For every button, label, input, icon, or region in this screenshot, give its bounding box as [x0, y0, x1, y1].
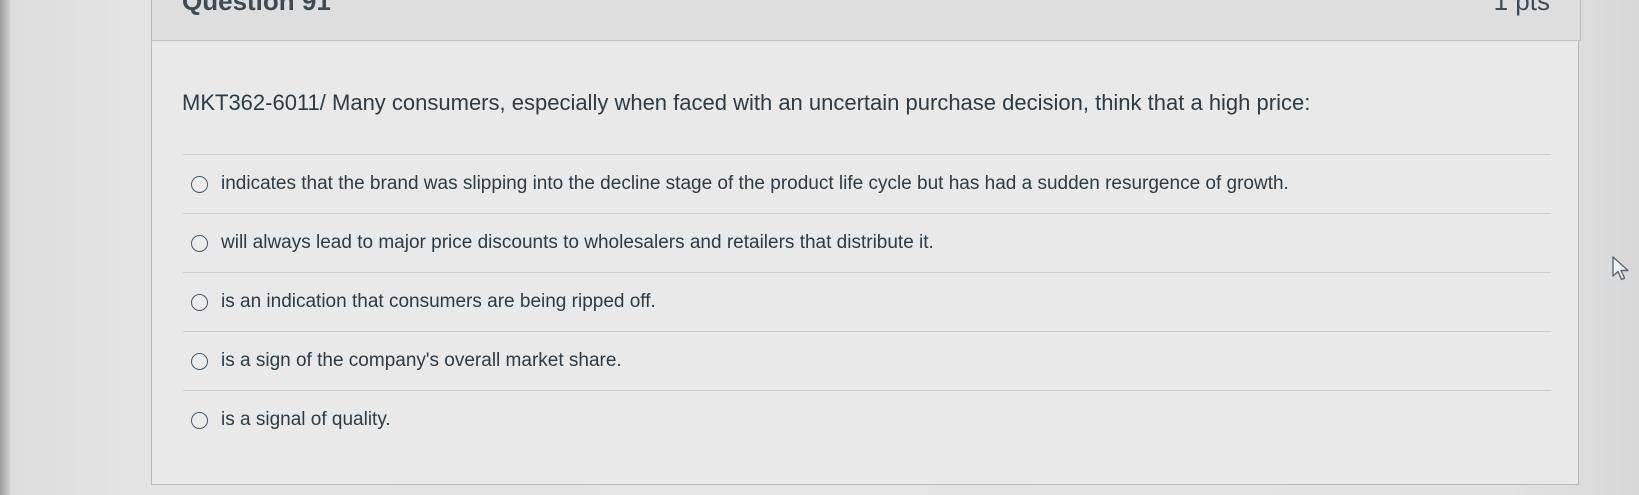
- question-title: Question 91: [182, 0, 331, 16]
- radio-unchecked-icon[interactable]: [191, 411, 208, 429]
- answer-option-3[interactable]: is an indication that consumers are bein…: [183, 272, 1551, 331]
- screen-left-edge: [0, 0, 10, 495]
- answer-label: will always lead to major price discount…: [221, 232, 934, 253]
- mouse-pointer-icon: [1612, 256, 1629, 281]
- answer-option-5[interactable]: is a signal of quality.: [183, 390, 1551, 449]
- answer-label: is a signal of quality.: [221, 409, 391, 430]
- question-body: MKT362-6011/ Many consumers, especially …: [151, 41, 1579, 485]
- answer-option-1[interactable]: indicates that the brand was slipping in…: [183, 154, 1551, 213]
- radio-unchecked-icon[interactable]: [191, 234, 208, 252]
- question-header: Question 91 1 pts: [151, 0, 1581, 41]
- answer-label: is an indication that consumers are bein…: [221, 291, 656, 312]
- answer-list: indicates that the brand was slipping in…: [183, 154, 1551, 449]
- answer-option-2[interactable]: will always lead to major price discount…: [183, 213, 1551, 272]
- answer-label: is a sign of the company's overall marke…: [221, 350, 622, 371]
- answer-label: indicates that the brand was slipping in…: [221, 173, 1289, 194]
- answer-option-4[interactable]: is a sign of the company's overall marke…: [183, 331, 1551, 390]
- radio-unchecked-icon[interactable]: [191, 352, 208, 370]
- question-points: 1 pts: [1493, 0, 1550, 16]
- radio-unchecked-icon[interactable]: [191, 175, 208, 193]
- question-text: MKT362-6011/ Many consumers, especially …: [182, 90, 1311, 115]
- radio-unchecked-icon[interactable]: [191, 293, 208, 311]
